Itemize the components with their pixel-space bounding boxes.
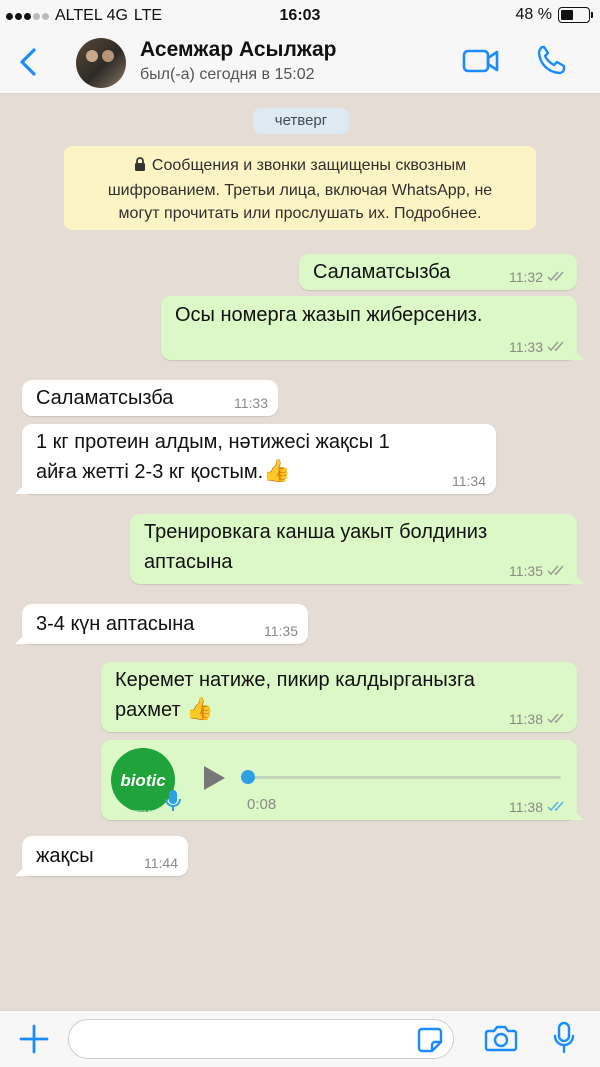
message-outgoing[interactable]: Керемет натиже, пикир калдырганызга рахме…: [101, 662, 577, 732]
message-outgoing[interactable]: Саламатсызба 11:32: [299, 254, 577, 290]
input-bar: [0, 1010, 600, 1067]
message-text: Осы номерга жазып жиберсениз.: [175, 304, 483, 326]
message-text: Керемет натиже, пикир калдырганызга рахме…: [115, 669, 475, 721]
battery-percent: 48 %: [515, 6, 552, 23]
phone-icon[interactable]: [536, 44, 566, 81]
thumbs-up-icon: 👍: [263, 458, 291, 483]
plus-icon[interactable]: [18, 1023, 50, 1060]
battery-icon: [558, 7, 593, 23]
message-text: Саламатсызба: [313, 261, 451, 283]
message-text: 1 кг протеин алдым, нәтижесі жақсы 1 айға…: [36, 431, 390, 483]
status-time: 16:03: [279, 7, 321, 24]
back-chevron-icon[interactable]: [14, 46, 44, 78]
message-text: жақсы: [36, 845, 94, 867]
message-outgoing[interactable]: Тренировкага канша уакыт болдиниз аптасын…: [130, 514, 577, 584]
message-meta: 11:33: [509, 339, 567, 355]
chat-area[interactable]: четверг Сообщения и звонки защищены скво…: [0, 95, 600, 1010]
message-text: Саламатсызба: [36, 387, 174, 409]
chat-header: Асемжар Асылжар был(-а) сегодня в 15:02: [0, 32, 600, 94]
message-meta: 11:32: [509, 269, 567, 285]
message-incoming[interactable]: жақсы 11:44: [22, 836, 188, 876]
sticker-icon[interactable]: [417, 1027, 443, 1058]
lock-icon: [134, 156, 146, 179]
double-check-icon: [547, 711, 567, 727]
voice-duration: 0:08: [247, 796, 277, 813]
encryption-line-2: шифрованием. Третьи лица, включая WhatsA…: [107, 182, 493, 199]
message-incoming[interactable]: 3-4 күн аптасына 11:35: [22, 604, 308, 644]
message-outgoing[interactable]: Осы номерга жазып жиберсениз. 11:33: [161, 296, 577, 360]
play-icon[interactable]: [201, 764, 227, 801]
avatar[interactable]: [76, 38, 126, 88]
message-text: 3-4 күн аптасына: [36, 613, 195, 635]
message-meta: 11:38: [509, 711, 567, 727]
contact-name[interactable]: Асемжар Асылжар: [140, 38, 337, 62]
message-text: Тренировкага канша уакыт болдиниз аптасын…: [144, 521, 488, 573]
message-meta: 11:34: [452, 473, 486, 489]
message-meta: 11:35: [509, 563, 567, 579]
thumbs-up-icon: 👍: [186, 696, 214, 721]
message-meta: 11:44: [144, 855, 178, 871]
encryption-notice[interactable]: Сообщения и звонки защищены сквозным шиф…: [64, 146, 536, 230]
message-meta: 11:35: [264, 623, 298, 639]
double-check-icon: [547, 339, 567, 355]
message-meta: 11:33: [234, 395, 268, 411]
video-call-icon[interactable]: [462, 48, 500, 79]
message-meta: 11:38: [509, 799, 567, 815]
message-input[interactable]: [68, 1019, 454, 1059]
date-pill: четверг: [253, 108, 349, 134]
message-incoming[interactable]: Саламатсызба 11:33: [22, 380, 278, 416]
status-bar: ALTEL 4G LTE 16:03 48 %: [0, 0, 600, 32]
camera-icon[interactable]: [484, 1023, 518, 1058]
microphone-badge-icon: [163, 788, 183, 823]
double-check-icon: [547, 563, 567, 579]
voice-progress-knob[interactable]: [241, 770, 255, 784]
last-seen: был(-а) сегодня в 15:02: [140, 66, 315, 83]
microphone-icon[interactable]: [552, 1021, 576, 1060]
message-incoming[interactable]: 1 кг протеин алдым, нәтижесі жақсы 1 айға…: [22, 424, 496, 494]
voice-progress-track[interactable]: [247, 776, 561, 779]
encryption-line-1: Сообщения и звонки защищены сквозным: [64, 154, 536, 179]
double-check-blue-icon: [547, 799, 567, 815]
voice-message[interactable]: biotic спортивное питание 0:08 11:38: [101, 740, 577, 820]
encryption-line-3: могут прочитать или прослушать их. Подро…: [118, 205, 482, 222]
double-check-icon: [547, 269, 567, 285]
